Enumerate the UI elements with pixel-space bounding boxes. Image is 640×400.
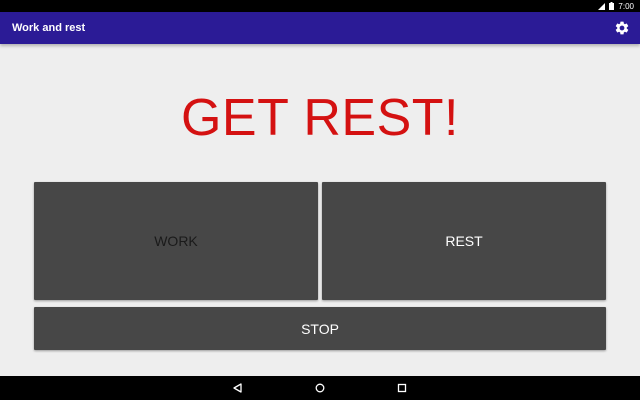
app-title: Work and rest — [12, 22, 86, 34]
rest-button[interactable]: REST — [322, 182, 606, 300]
status-message: GET REST! — [180, 89, 460, 147]
app-bar: Work and rest — [0, 12, 640, 44]
battery-icon — [609, 2, 615, 10]
back-button[interactable] — [197, 376, 279, 400]
main-content: GET REST! WORK REST STOP — [0, 44, 640, 376]
stop-button[interactable]: STOP — [34, 307, 606, 350]
recents-icon — [397, 383, 407, 393]
recents-button[interactable] — [361, 376, 443, 400]
status-time: 7:00 — [618, 1, 634, 11]
signal-icon — [598, 2, 606, 10]
work-button[interactable]: WORK — [34, 182, 318, 300]
home-button[interactable] — [279, 376, 361, 400]
navigation-bar — [0, 376, 640, 400]
home-icon — [315, 383, 325, 393]
status-bar: 7:00 — [0, 0, 640, 12]
gear-icon — [614, 20, 630, 36]
back-icon — [233, 383, 243, 393]
settings-button[interactable] — [612, 18, 632, 38]
